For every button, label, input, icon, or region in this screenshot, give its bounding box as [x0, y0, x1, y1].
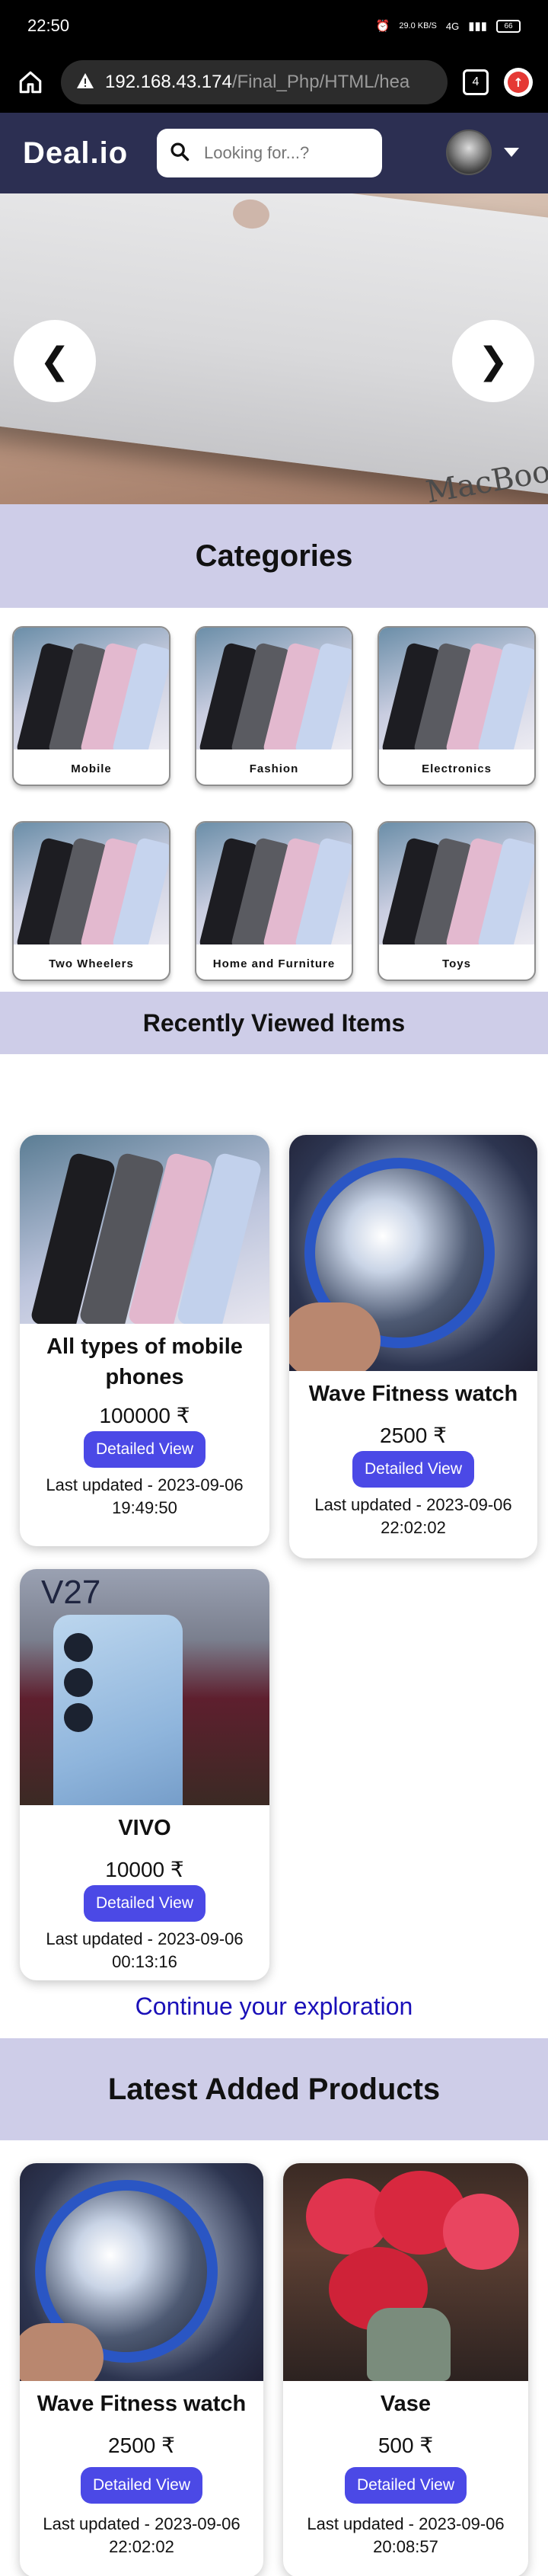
recently-viewed-header: Recently Viewed Items: [0, 992, 548, 1054]
categories-header: Categories: [0, 504, 548, 608]
latest-products-header: Latest Added Products: [0, 2038, 548, 2140]
category-label: Two Wheelers: [49, 957, 134, 970]
product-updated: Last updated - 2023-09-06 00:13:16: [46, 1929, 244, 1971]
product-price: 10000 ₹: [105, 1858, 184, 1881]
url-text: 192.168.43.174/Final_Php/HTML/hea: [105, 72, 409, 93]
carousel-next-button[interactable]: ❯: [452, 320, 534, 402]
hero-carousel: MacBoo ❮ ❯: [0, 193, 548, 504]
category-label: Toys: [442, 957, 471, 970]
search-box[interactable]: [157, 129, 382, 177]
carousel-prev-button[interactable]: ❮: [14, 320, 96, 402]
product-name: VIVO: [118, 1816, 171, 1840]
product-image: [20, 1135, 269, 1324]
product-name: Wave Fitness watch: [37, 2392, 247, 2416]
recent-product-card: All types of mobile phones 100000 ₹ Detai…: [20, 1135, 269, 1546]
site-navbar: Deal.io: [0, 113, 548, 193]
categories-title: Categories: [195, 539, 353, 573]
product-image-text: V27: [41, 1574, 101, 1611]
product-price: 500 ₹: [378, 2434, 434, 2457]
detailed-view-button[interactable]: Detailed View: [80, 2467, 203, 2504]
product-updated: Last updated - 2023-09-06 22:02:02: [314, 1495, 512, 1537]
category-image: [14, 628, 169, 749]
detailed-view-button[interactable]: Detailed View: [83, 1431, 206, 1468]
category-card-fashion[interactable]: Fashion: [195, 626, 353, 786]
detailed-view-button[interactable]: Detailed View: [83, 1885, 206, 1922]
product-updated: Last updated - 2023-09-06 19:49:50: [46, 1475, 244, 1517]
search-icon[interactable]: [169, 141, 190, 165]
categories-grid: Mobile Fashion Electronics Two Wheelers …: [0, 608, 548, 992]
continue-exploration-link[interactable]: Continue your exploration: [0, 1993, 548, 2021]
site-logo[interactable]: Deal.io: [23, 136, 157, 171]
category-label: Electronics: [422, 762, 492, 775]
category-image: [196, 823, 352, 944]
category-image: [379, 823, 534, 944]
battery-icon: 66: [496, 19, 521, 33]
status-bar: 22:50 ⏰ 29.0 KB/S 4G ▮▮▮ 66: [0, 0, 548, 52]
warning-icon: [76, 72, 94, 92]
product-name: Vase: [380, 2392, 432, 2416]
status-icons: ⏰ 29.0 KB/S 4G ▮▮▮ 66: [376, 19, 521, 33]
browser-toolbar: 192.168.43.174/Final_Php/HTML/hea 4 ↑: [0, 52, 548, 113]
latest-products-title: Latest Added Products: [107, 2072, 441, 2106]
category-card-home-furniture[interactable]: Home and Furniture: [195, 821, 353, 981]
category-card-two-wheelers[interactable]: Two Wheelers: [12, 821, 170, 981]
latest-product-card: Wave Fitness watch 2500 ₹ Detailed View …: [20, 2163, 263, 2576]
category-label: Fashion: [249, 762, 299, 775]
recently-viewed-title: Recently Viewed Items: [142, 1008, 406, 1037]
latest-product-card: Vase 500 ₹ Detailed View Last updated - …: [283, 2163, 528, 2576]
net-speed: 29.0 KB/S: [399, 21, 437, 30]
product-sections: All types of mobile phones 100000 ₹ Detai…: [0, 1054, 548, 2576]
category-card-mobile[interactable]: Mobile: [12, 626, 170, 786]
tab-switcher-button[interactable]: 4: [463, 69, 489, 95]
category-image: [196, 628, 352, 749]
recent-product-card: Wave Fitness watch 2500 ₹ Detailed View …: [289, 1135, 537, 1558]
category-label: Mobile: [71, 762, 112, 775]
product-image: V27: [20, 1569, 269, 1805]
detailed-view-button[interactable]: Detailed View: [352, 1451, 475, 1488]
product-price: 100000 ₹: [99, 1404, 190, 1427]
product-image: [283, 2163, 528, 2381]
product-name: Wave Fitness watch: [308, 1382, 518, 1406]
detailed-view-button[interactable]: Detailed View: [344, 2467, 467, 2504]
signal-icon: ▮▮▮: [468, 20, 487, 33]
product-updated: Last updated - 2023-09-06 22:02:02: [43, 2514, 241, 2556]
user-menu[interactable]: [446, 129, 519, 175]
product-price: 2500 ₹: [108, 2434, 175, 2457]
category-label: Home and Furniture: [212, 957, 336, 970]
url-path: /Final_Php/HTML/hea: [231, 72, 410, 92]
category-card-electronics[interactable]: Electronics: [378, 626, 536, 786]
home-icon[interactable]: [15, 67, 46, 97]
category-image: [14, 823, 169, 944]
category-card-toys[interactable]: Toys: [378, 821, 536, 981]
product-price: 2500 ₹: [380, 1424, 447, 1447]
alarm-icon: ⏰: [375, 20, 390, 33]
update-icon[interactable]: ↑: [504, 68, 533, 97]
signal-label: 4G: [445, 20, 460, 32]
category-image: [379, 628, 534, 749]
url-host: 192.168.43.174: [105, 72, 232, 92]
chevron-down-icon[interactable]: [504, 148, 519, 157]
recent-product-card: V27 VIVO 10000 ₹ Detailed View Last upda…: [20, 1569, 269, 1980]
status-time: 22:50: [27, 16, 70, 35]
product-updated: Last updated - 2023-09-06 20:08:57: [307, 2514, 505, 2556]
product-name: All types of mobile phones: [46, 1334, 243, 1389]
address-bar[interactable]: 192.168.43.174/Final_Php/HTML/hea: [61, 60, 448, 104]
product-image: [289, 1135, 537, 1371]
avatar[interactable]: [446, 129, 492, 175]
product-image: [20, 2163, 263, 2381]
search-input[interactable]: [204, 143, 356, 163]
